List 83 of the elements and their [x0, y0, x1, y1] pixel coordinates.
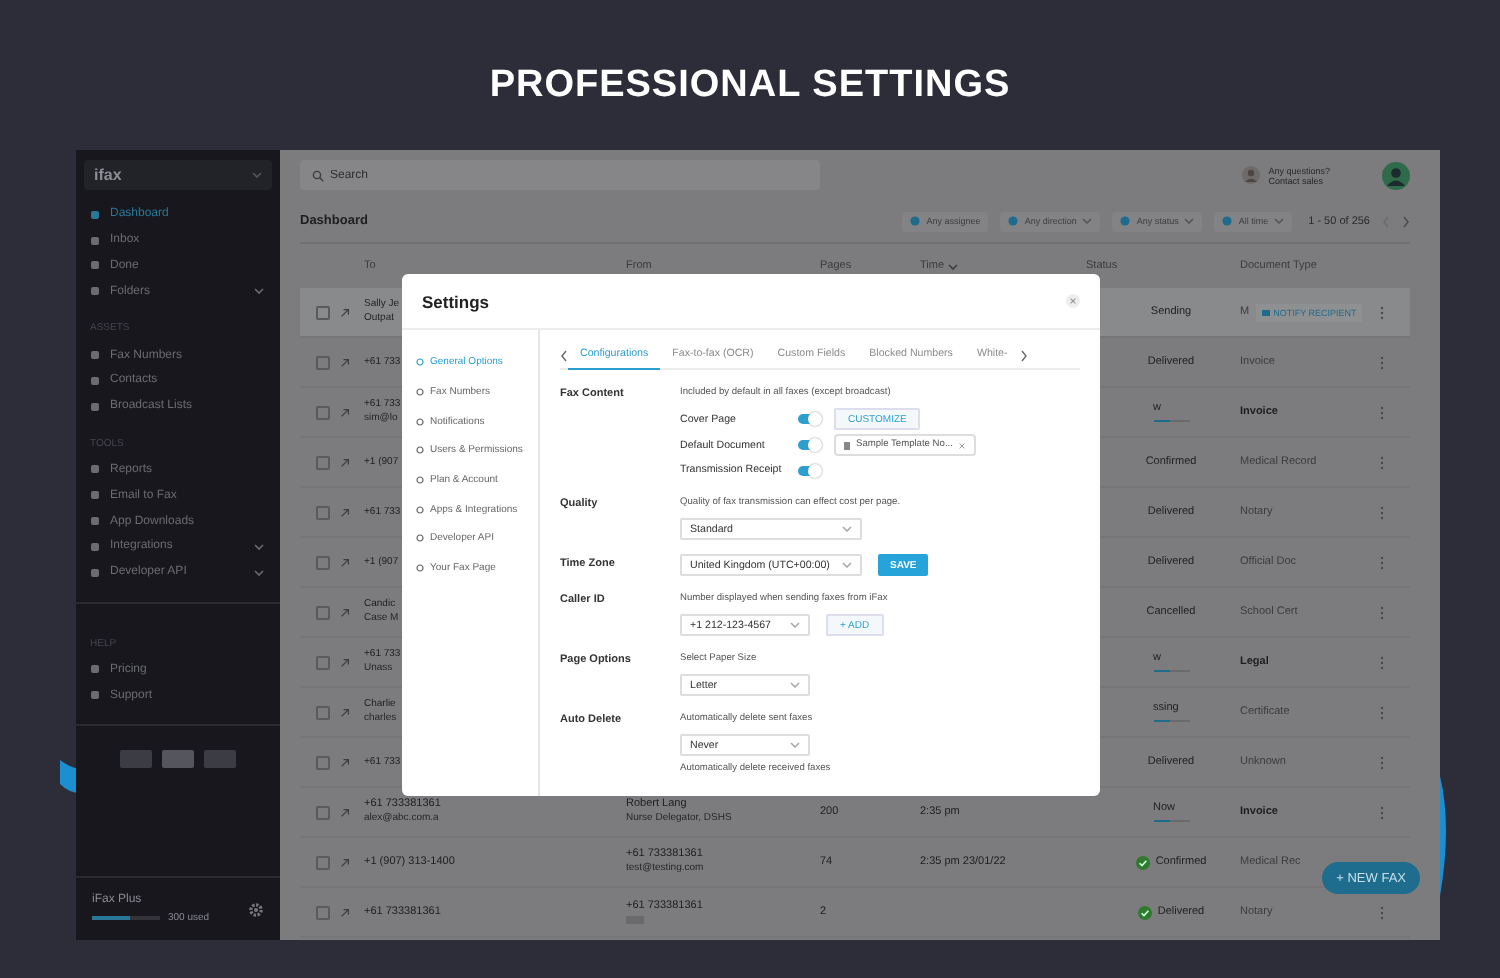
arrow-icon: [340, 557, 350, 567]
square-icon: [90, 209, 100, 220]
chevron-down-icon: [842, 526, 852, 532]
chevron-down-icon: [790, 742, 800, 748]
envelope-icon: [1261, 309, 1270, 315]
chevron-down-icon: [1274, 218, 1285, 224]
filter-icon: [910, 216, 921, 226]
square-icon: [90, 375, 100, 386]
ring-icon: [416, 388, 424, 397]
chevron-down-icon: [1184, 218, 1195, 224]
square-icon: [90, 664, 100, 675]
ring-icon: [416, 446, 424, 455]
certification-badge-icon: [204, 750, 236, 769]
toggle-switch[interactable]: [798, 465, 818, 475]
chevron-down-icon: [842, 562, 852, 568]
arrow-icon: [340, 857, 350, 867]
square-icon: [90, 260, 100, 271]
certification-badge-icon: [120, 750, 152, 769]
logo: ifax: [94, 166, 122, 184]
chevron-left-icon[interactable]: [560, 349, 568, 361]
checkbox[interactable]: [316, 705, 330, 719]
certification-badge-icon: [162, 750, 194, 769]
checkbox[interactable]: [316, 355, 330, 369]
checkbox[interactable]: [316, 305, 330, 319]
arrow-icon: [340, 657, 350, 667]
close-icon: [958, 441, 967, 449]
square-icon: [90, 690, 100, 701]
search-icon: [312, 169, 324, 181]
checkbox[interactable]: [316, 505, 330, 519]
arrow-icon: [340, 907, 350, 917]
settings-icon[interactable]: [248, 901, 264, 917]
checkbox[interactable]: [316, 555, 330, 569]
next-icon[interactable]: [1402, 215, 1410, 227]
checkbox[interactable]: [316, 905, 330, 919]
close-icon[interactable]: [1066, 294, 1080, 308]
ring-icon: [416, 476, 424, 485]
square-icon: [90, 567, 100, 578]
chevron-down-icon: [252, 172, 262, 178]
arrow-icon: [340, 507, 350, 517]
dialog-title: Settings: [422, 291, 490, 311]
arrow-icon: [340, 457, 350, 467]
square-icon: [90, 235, 100, 246]
arrow-icon: [340, 757, 350, 767]
square-icon: [90, 490, 100, 501]
chevron-down-icon: [1082, 218, 1093, 224]
chevron-right-icon[interactable]: [1019, 349, 1028, 361]
chevron-down-icon: [948, 263, 959, 269]
arrow-icon: [340, 707, 350, 717]
toggle-switch[interactable]: [798, 414, 818, 424]
person-avatar-icon: [1242, 166, 1261, 184]
checkbox[interactable]: [316, 805, 330, 819]
page-heading: PROFESSIONAL SETTINGS: [489, 66, 1011, 106]
checkbox[interactable]: [316, 855, 330, 869]
ring-icon: [416, 417, 424, 426]
toggle-switch[interactable]: [798, 440, 818, 450]
filter-icon: [1222, 216, 1233, 226]
arrow-icon: [340, 607, 350, 617]
ring-icon: [416, 505, 424, 514]
filter-icon: [1120, 216, 1131, 226]
document-icon: [844, 441, 850, 449]
square-icon: [90, 350, 100, 361]
square-icon: [90, 464, 100, 475]
checkbox[interactable]: [316, 755, 330, 769]
arrow-icon: [340, 307, 350, 317]
checkbox[interactable]: [316, 605, 330, 619]
arrow-icon: [340, 407, 350, 417]
ring-icon: [416, 534, 424, 543]
chevron-down-icon: [790, 682, 800, 688]
workspace-selector[interactable]: ifax: [84, 160, 272, 190]
ring-icon: [416, 564, 424, 573]
checkbox[interactable]: [316, 455, 330, 469]
arrow-icon: [340, 807, 350, 817]
ring-icon: [416, 358, 424, 367]
square-icon: [90, 541, 100, 552]
square-icon: [90, 286, 100, 297]
checkbox[interactable]: [316, 655, 330, 669]
checkbox[interactable]: [316, 405, 330, 419]
chevron-down-icon: [790, 622, 800, 628]
filter-icon: [1008, 216, 1019, 226]
square-icon: [90, 401, 100, 412]
avatar-icon[interactable]: [1382, 161, 1410, 189]
square-icon: [90, 516, 100, 527]
arrow-icon: [340, 357, 350, 367]
